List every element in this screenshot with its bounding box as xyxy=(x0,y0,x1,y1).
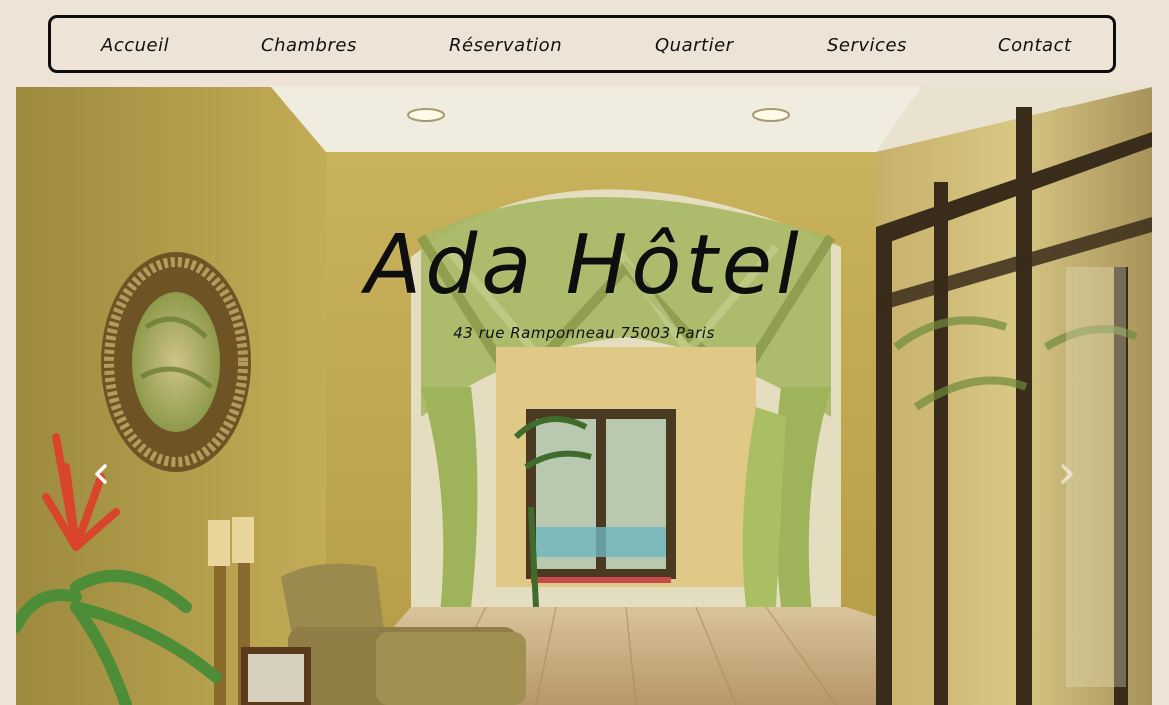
nav-link-quartier[interactable]: Quartier xyxy=(655,35,734,56)
hotel-lobby-photo xyxy=(16,87,1152,705)
hotel-title: Ada Hôtel xyxy=(365,218,803,313)
main-navigation: Accueil Chambres Réservation Quartier Se… xyxy=(48,15,1116,73)
nav-link-reservation[interactable]: Réservation xyxy=(449,35,562,56)
nav-link-contact[interactable]: Contact xyxy=(998,35,1072,56)
nav-link-services[interactable]: Services xyxy=(827,35,907,56)
nav-link-chambres[interactable]: Chambres xyxy=(261,35,357,56)
carousel-prev-button[interactable] xyxy=(86,459,116,489)
chevron-left-icon xyxy=(95,464,107,484)
chevron-right-icon xyxy=(1061,464,1073,484)
hotel-address: 43 rue Ramponneau 75003 Paris xyxy=(453,324,715,342)
carousel-next-button[interactable] xyxy=(1052,459,1082,489)
nav-link-accueil[interactable]: Accueil xyxy=(101,35,169,56)
hero-carousel: Ada Hôtel 43 rue Ramponneau 75003 Paris xyxy=(16,87,1152,705)
